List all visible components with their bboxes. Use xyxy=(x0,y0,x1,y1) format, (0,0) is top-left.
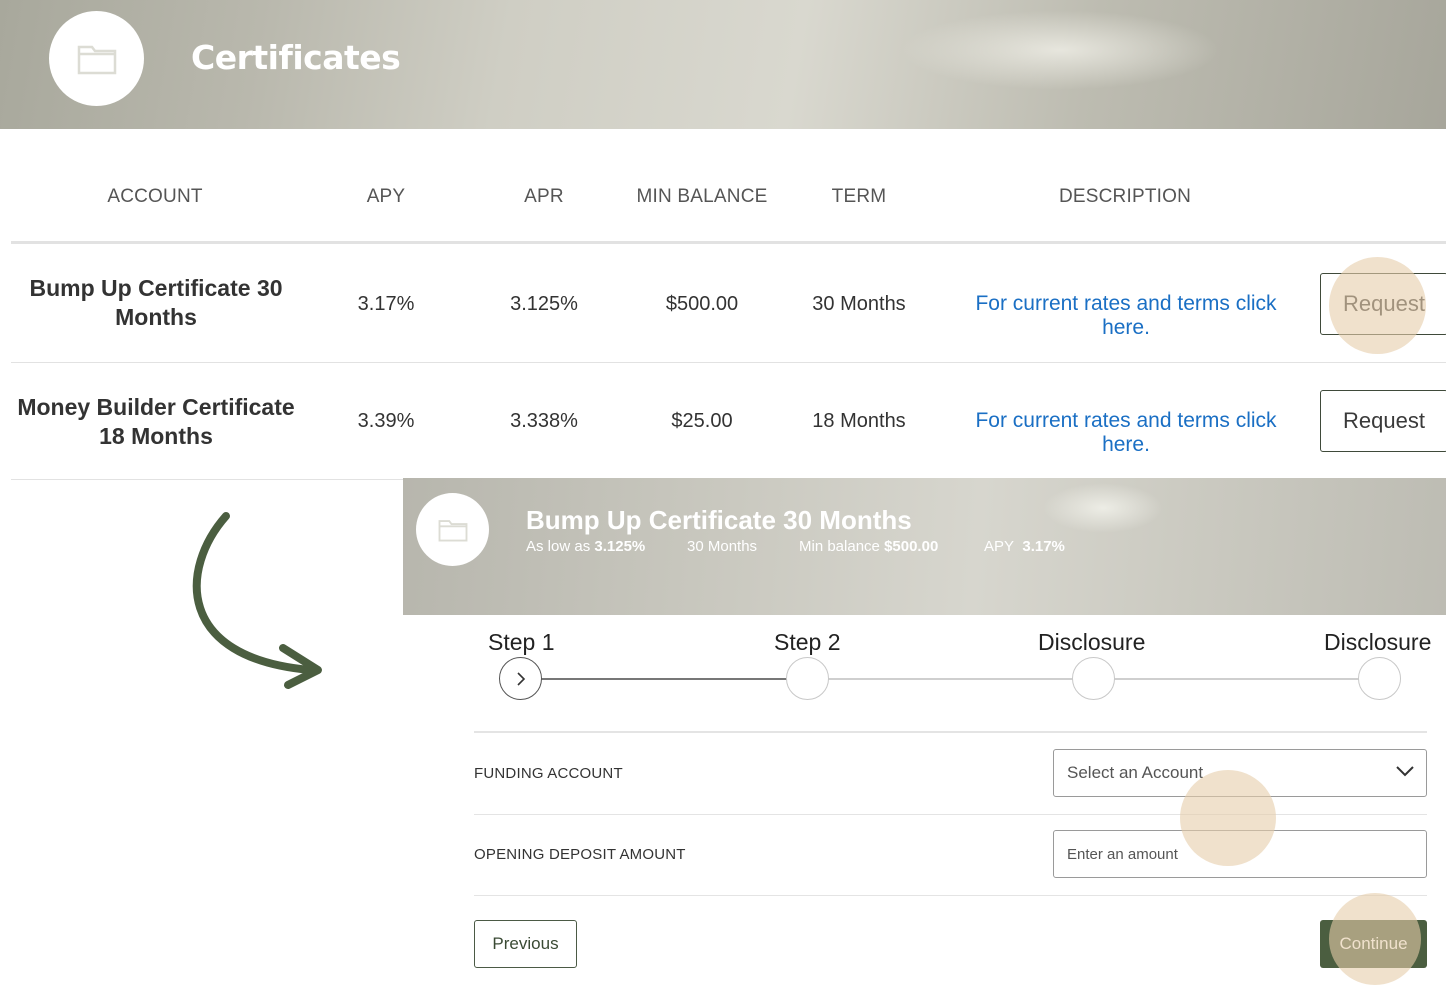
step-2-indicator[interactable] xyxy=(786,657,829,700)
rate-prefix: As low as xyxy=(526,538,591,555)
step-label: Step 1 xyxy=(488,629,555,655)
step-label: Disclosure xyxy=(1324,629,1432,655)
min-balance-value: $500.00 xyxy=(665,293,739,315)
rate-value: 3.125% xyxy=(594,538,646,555)
min-balance-value: $500.00 xyxy=(884,538,939,555)
page-title: Certificates xyxy=(191,38,401,77)
rates-terms-link[interactable]: For current rates and terms click here. xyxy=(950,409,1302,457)
account-name-line: Months xyxy=(115,304,197,330)
column-header-term: TERM xyxy=(831,186,887,207)
min-balance-value: $25.00 xyxy=(671,410,733,432)
chevron-down-icon xyxy=(1396,766,1414,777)
opening-deposit-input[interactable] xyxy=(1053,830,1427,878)
apy-prefix: APY xyxy=(984,538,1015,555)
account-name-line: 18 Months xyxy=(99,423,213,449)
form-divider xyxy=(474,814,1427,815)
min-balance-prefix: Min balance xyxy=(799,538,880,555)
step-3-indicator[interactable] xyxy=(1072,657,1115,700)
step-connector xyxy=(828,678,1074,680)
funding-account-label: FUNDING ACCOUNT xyxy=(474,765,623,782)
apy-value: 3.17% xyxy=(357,293,415,315)
account-name: Money Builder Certificate 18 Months xyxy=(15,393,297,451)
term-value: 18 Months xyxy=(812,410,906,432)
folder-icon xyxy=(49,11,144,106)
continue-button[interactable]: Continue xyxy=(1320,920,1427,968)
table-row: Bump Up Certificate 30 Months 3.17% 3.12… xyxy=(0,244,1446,362)
certificate-detail-banner: Bump Up Certificate 30 Months As low as … xyxy=(403,478,1446,615)
column-header-apy: APY xyxy=(366,186,406,207)
page-header-banner: Certificates xyxy=(0,0,1446,129)
term-summary: 30 Months xyxy=(687,538,758,555)
rate-summary: As low as 3.125% xyxy=(526,538,645,555)
account-name: Bump Up Certificate 30 Months xyxy=(20,274,292,332)
form-divider xyxy=(474,895,1427,896)
previous-button[interactable]: Previous xyxy=(474,920,577,968)
step-1-indicator[interactable] xyxy=(499,657,542,700)
term-value: 30 Months xyxy=(812,293,906,315)
request-button[interactable]: Request xyxy=(1320,273,1446,335)
column-header-account: ACCOUNT xyxy=(107,186,203,207)
step-connector xyxy=(1114,678,1360,680)
funding-account-select[interactable]: Select an Account xyxy=(1053,749,1427,797)
opening-deposit-label: OPENING DEPOSIT AMOUNT xyxy=(474,846,686,863)
account-name-line: Bump Up Certificate 30 xyxy=(29,275,283,301)
table-row: Money Builder Certificate 18 Months 3.39… xyxy=(0,363,1446,479)
step-4-indicator[interactable] xyxy=(1358,657,1401,700)
column-header-min-balance: MIN BALANCE xyxy=(636,186,768,207)
apy-value: 3.39% xyxy=(357,410,415,432)
table-header: ACCOUNT APY APR MIN BALANCE TERM DESCRIP… xyxy=(0,186,1446,216)
request-button[interactable]: Request xyxy=(1320,390,1446,452)
funding-account-placeholder: Select an Account xyxy=(1067,763,1204,782)
column-header-apr: APR xyxy=(524,186,564,207)
column-header-description: DESCRIPTION xyxy=(1058,186,1192,207)
step-label: Step 2 xyxy=(774,629,841,655)
account-name-line: Money Builder Certificate xyxy=(17,394,295,420)
certificate-title: Bump Up Certificate 30 Months xyxy=(526,505,912,535)
chevron-right-icon xyxy=(516,671,525,686)
min-balance-summary: Min balance $500.00 xyxy=(799,538,938,555)
step-connector xyxy=(540,678,788,680)
apr-value: 3.338% xyxy=(510,410,578,432)
folder-icon xyxy=(416,493,489,566)
step-label: Disclosure xyxy=(1038,629,1146,655)
apy-value: 3.17% xyxy=(1022,538,1065,555)
form-divider xyxy=(474,731,1427,733)
rates-terms-link[interactable]: For current rates and terms click here. xyxy=(950,292,1302,340)
apr-value: 3.125% xyxy=(510,293,578,315)
curved-arrow-icon xyxy=(192,512,322,689)
apy-summary: APY 3.17% xyxy=(984,538,1065,555)
